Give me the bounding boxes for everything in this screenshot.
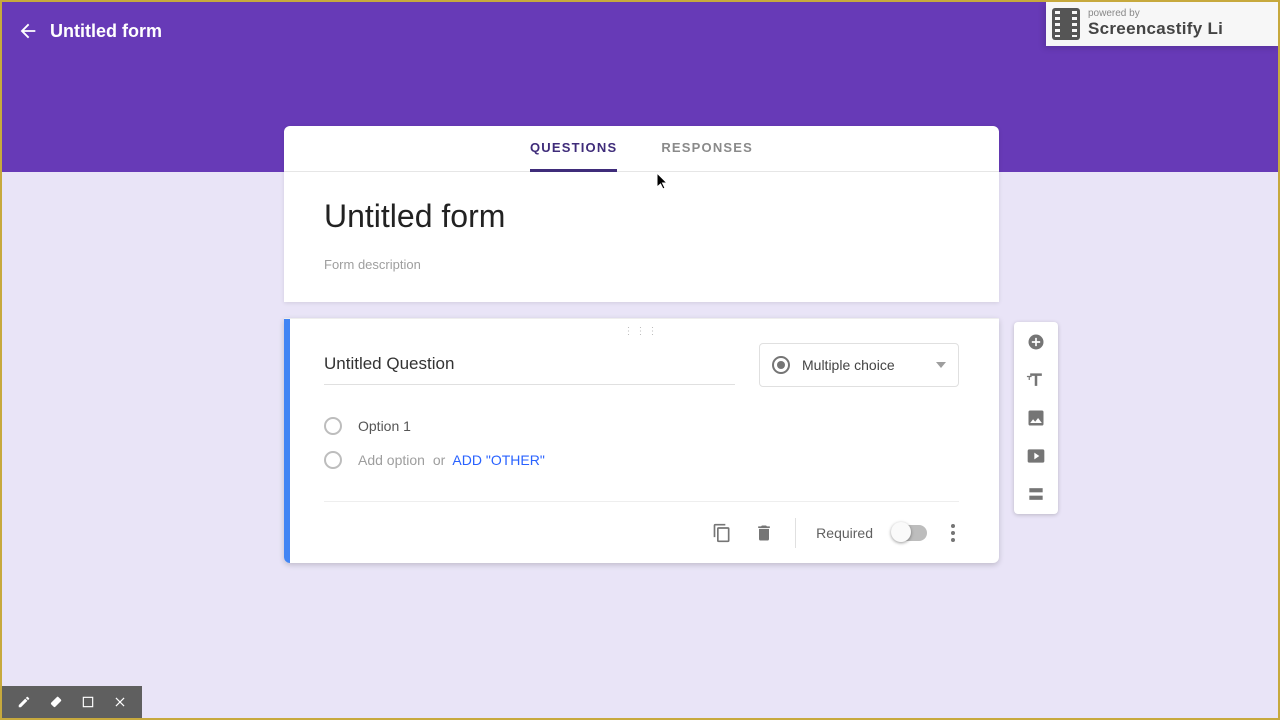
drag-handle-icon[interactable]: ⋮⋮⋮ (284, 319, 999, 337)
card-accent (284, 319, 290, 563)
radio-icon (772, 356, 790, 374)
question-title-input[interactable]: Untitled Question (324, 346, 735, 385)
page-title[interactable]: Untitled form (50, 21, 162, 42)
side-toolbar (1014, 322, 1058, 514)
square-icon[interactable] (80, 694, 96, 710)
overlay-brand: Screencastify Li (1088, 19, 1223, 38)
add-question-icon[interactable] (1026, 332, 1046, 352)
radio-outline-icon (324, 451, 342, 469)
divider (795, 518, 796, 548)
form-title-input[interactable]: Untitled form (324, 198, 959, 235)
add-option-row: Add option or ADD "OTHER" (324, 443, 959, 477)
form-description-input[interactable]: Form description (324, 257, 959, 272)
close-icon[interactable] (112, 694, 128, 710)
pencil-icon[interactable] (16, 694, 32, 710)
radio-outline-icon (324, 417, 342, 435)
add-other-link[interactable]: ADD "OTHER" (452, 452, 544, 468)
tab-responses[interactable]: RESPONSES (661, 126, 753, 172)
add-video-icon[interactable] (1026, 446, 1046, 466)
add-section-icon[interactable] (1026, 484, 1046, 504)
add-image-icon[interactable] (1026, 408, 1046, 428)
delete-icon[interactable] (753, 522, 775, 544)
chevron-down-icon (936, 362, 946, 368)
form-header-card: QUESTIONS RESPONSES Untitled form Form d… (284, 126, 999, 302)
more-icon[interactable] (947, 520, 959, 546)
or-text: or (433, 452, 445, 468)
option-label[interactable]: Option 1 (358, 418, 411, 434)
option-row[interactable]: Option 1 (324, 409, 959, 443)
question-type-dropdown[interactable]: Multiple choice (759, 343, 959, 387)
screencastify-overlay: powered by Screencastify Li (1046, 2, 1278, 46)
add-option-link[interactable]: Add option (358, 452, 425, 468)
add-title-icon[interactable] (1026, 370, 1046, 390)
required-toggle[interactable] (893, 525, 927, 541)
question-type-label: Multiple choice (802, 357, 924, 373)
duplicate-icon[interactable] (711, 522, 733, 544)
tab-questions[interactable]: QUESTIONS (530, 126, 617, 172)
film-strip-icon (1052, 8, 1080, 40)
overlay-powered-by: powered by (1088, 9, 1223, 19)
question-card: ⋮⋮⋮ Untitled Question Multiple choice Op… (284, 318, 999, 563)
back-arrow-icon[interactable] (16, 19, 40, 43)
eraser-icon[interactable] (48, 694, 64, 710)
required-label: Required (816, 525, 873, 541)
recorder-toolbar (2, 686, 142, 718)
